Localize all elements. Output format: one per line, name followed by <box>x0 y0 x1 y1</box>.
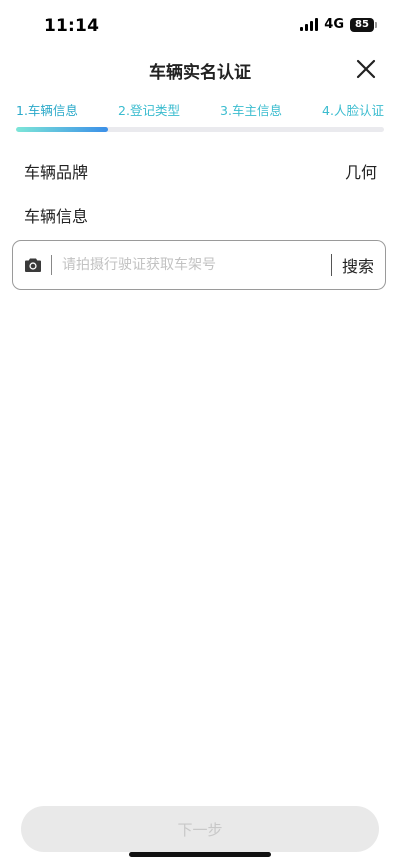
page-title: 车辆实名认证 <box>149 63 251 83</box>
vin-search-box: 搜索 <box>12 240 386 290</box>
status-indicators: 4G 85 <box>300 17 377 32</box>
step-indicator: 1.车辆信息 2.登记类型 3.车主信息 4.人脸认证 <box>16 100 384 120</box>
network-label: 4G <box>324 17 344 32</box>
step-1: 1.车辆信息 <box>16 103 78 118</box>
battery-level: 85 <box>355 19 369 30</box>
brand-label: 车辆品牌 <box>24 163 89 182</box>
header: 车辆实名认证 <box>0 52 400 86</box>
step-3: 3.车主信息 <box>220 103 282 118</box>
search-button[interactable]: 搜索 <box>332 253 385 277</box>
vehicle-info-row: 车辆信息 <box>24 203 377 227</box>
next-button[interactable]: 下一步 <box>21 806 379 852</box>
vehicle-info-label: 车辆信息 <box>24 207 89 226</box>
home-indicator <box>129 852 271 857</box>
status-bar: 11:14 4G 85 <box>0 0 400 52</box>
step-2: 2.登记类型 <box>118 103 180 118</box>
signal-icon <box>300 18 319 31</box>
status-time: 11:14 <box>44 16 100 36</box>
vin-search-input[interactable] <box>52 257 331 273</box>
close-icon <box>356 59 376 79</box>
battery-icon: 85 <box>350 17 377 32</box>
progress-fill <box>16 127 108 132</box>
brand-value: 几何 <box>344 163 377 182</box>
step-4: 4.人脸认证 <box>322 103 384 118</box>
close-button[interactable] <box>354 57 378 81</box>
progress-track <box>16 127 384 132</box>
brand-row: 车辆品牌 几何 <box>24 159 377 183</box>
camera-icon[interactable] <box>24 257 42 273</box>
